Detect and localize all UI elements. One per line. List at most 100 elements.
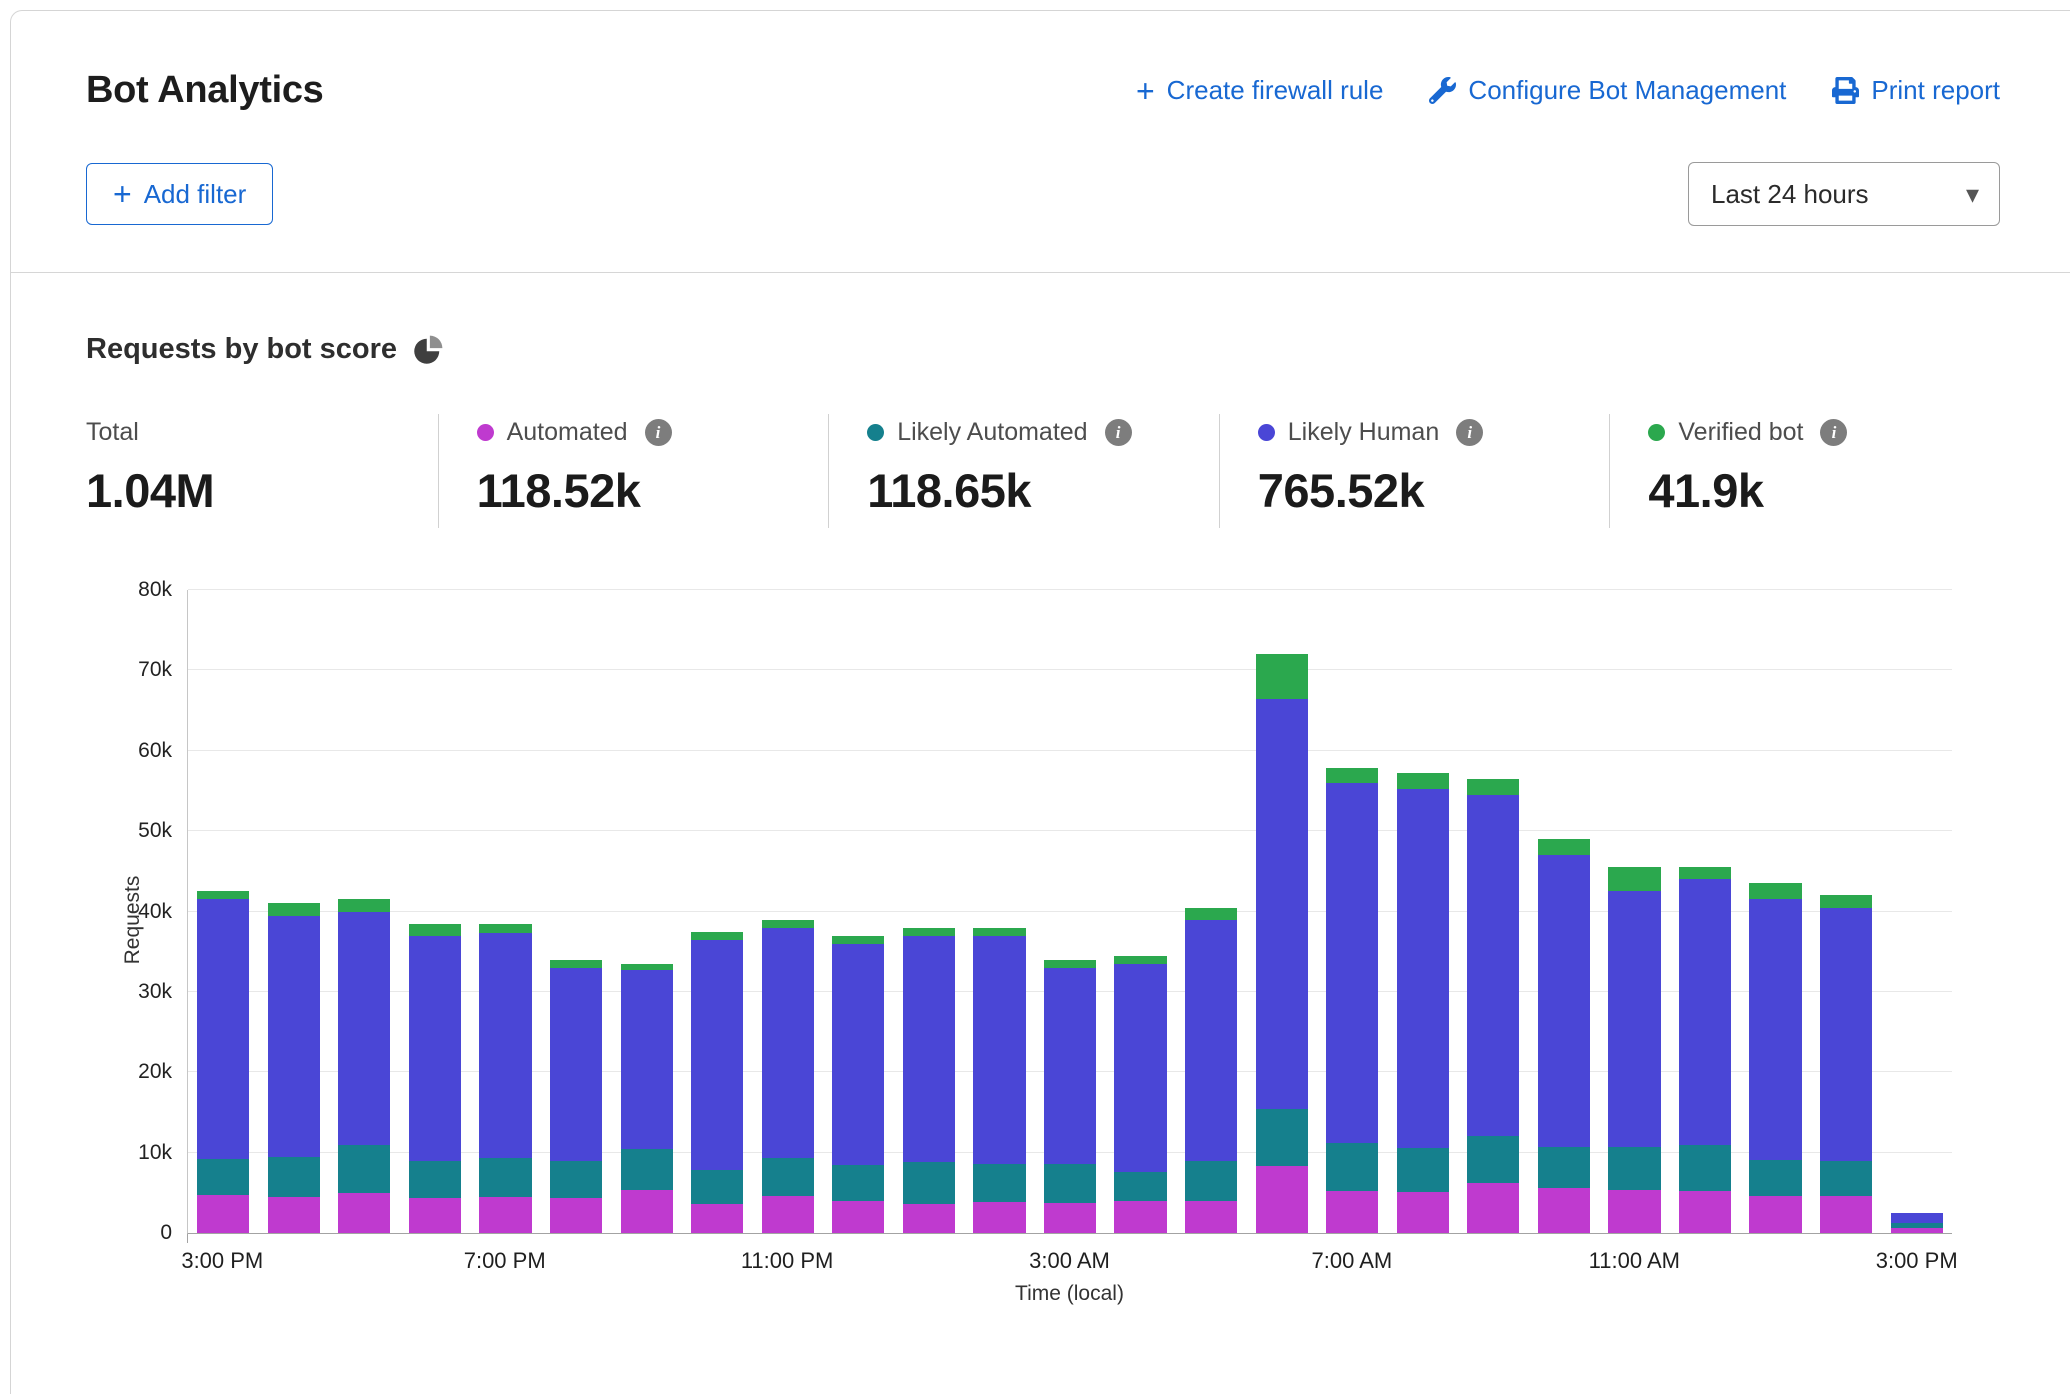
segment-automated (1891, 1228, 1943, 1233)
segment-likely-automated (1820, 1161, 1872, 1196)
stacked-bar-11-00-pm[interactable] (762, 590, 814, 1233)
x-tick-label: 3:00 AM (1029, 1248, 1110, 1274)
stacked-bar-9-00-am[interactable] (1467, 590, 1519, 1233)
segment-automated (1538, 1188, 1590, 1233)
stacked-bar-11-00-am[interactable] (1608, 590, 1660, 1233)
stacked-bar-1-00-pm[interactable] (1749, 590, 1801, 1233)
stacked-bar-12-00-pm[interactable] (1679, 590, 1731, 1233)
segment-automated (1749, 1196, 1801, 1233)
stat-label: Likely Automated (897, 418, 1087, 447)
segment-automated (973, 1202, 1025, 1233)
segment-likely-human (973, 936, 1025, 1164)
action-label: Configure Bot Management (1468, 75, 1786, 106)
segment-verified-bot (903, 928, 955, 936)
info-icon[interactable]: i (1820, 419, 1847, 446)
stacked-bar-7-00-am[interactable] (1326, 590, 1378, 1233)
y-tick-label: 70k (138, 658, 172, 682)
x-tick-label: 3:00 PM (181, 1248, 263, 1274)
segment-likely-automated (479, 1158, 531, 1197)
segment-likely-automated (1397, 1148, 1449, 1192)
segment-verified-bot (268, 903, 320, 915)
segment-likely-human (1820, 908, 1872, 1161)
create-firewall-rule-link[interactable]: + Create firewall rule (1136, 75, 1383, 106)
x-tick-label: 11:00 AM (1589, 1248, 1680, 1274)
configure-bot-management-link[interactable]: Configure Bot Management (1429, 75, 1786, 106)
segment-verified-bot (479, 924, 531, 934)
segment-verified-bot (1397, 773, 1449, 788)
segment-automated (1114, 1201, 1166, 1233)
stacked-bar-5-00-pm[interactable] (338, 590, 390, 1233)
stacked-bar-10-00-am[interactable] (1538, 590, 1590, 1233)
stacked-bar-8-00-am[interactable] (1397, 590, 1449, 1233)
stacked-bar-3-00-pm[interactable] (197, 590, 249, 1233)
print-report-link[interactable]: Print report (1832, 75, 2000, 106)
stacked-bar-2-00-am[interactable] (973, 590, 1025, 1233)
segment-likely-human (197, 899, 249, 1159)
segment-likely-human (691, 940, 743, 1170)
segment-automated (691, 1204, 743, 1233)
pie-chart-icon (413, 335, 443, 365)
stat-label: Verified bot (1678, 418, 1803, 447)
segment-verified-bot (1185, 908, 1237, 920)
stacked-bar-7-00-pm[interactable] (479, 590, 531, 1233)
stacked-bar-6-00-am[interactable] (1256, 590, 1308, 1233)
segment-likely-automated (197, 1159, 249, 1195)
stacked-bar-12-00-am[interactable] (832, 590, 884, 1233)
segment-automated (1326, 1191, 1378, 1233)
x-tick-label: 3:00 PM (1876, 1248, 1958, 1274)
segment-automated (903, 1204, 955, 1233)
bar-slot (1881, 590, 1952, 1233)
bar-slot (1176, 590, 1247, 1233)
bot-analytics-card: Bot Analytics + Create firewall rule Con… (10, 10, 2070, 1394)
stat-value: 1.04M (86, 463, 418, 518)
stat-automated: Automated i 118.52k (438, 414, 829, 528)
add-filter-label: Add filter (144, 179, 247, 210)
filter-row: + Add filter Last 24 hours ▾ (86, 162, 2000, 226)
stacked-bar-9-00-pm[interactable] (621, 590, 673, 1233)
segment-likely-human (550, 968, 602, 1161)
section-title-row: Requests by bot score (86, 333, 2000, 366)
y-tick-label: 40k (138, 900, 172, 924)
info-icon[interactable]: i (645, 419, 672, 446)
stacked-bar-8-00-pm[interactable] (550, 590, 602, 1233)
requests-by-bot-score-section: Requests by bot score Total 1.04M Automa… (11, 273, 2070, 1306)
action-label: Create firewall rule (1167, 75, 1384, 106)
bar-slot (1670, 590, 1741, 1233)
stacked-bar-3-00-pm[interactable] (1891, 590, 1943, 1233)
y-tick-label: 0 (160, 1221, 172, 1245)
segment-automated (550, 1198, 602, 1233)
stacked-bar-5-00-am[interactable] (1185, 590, 1237, 1233)
segment-likely-automated (1326, 1143, 1378, 1191)
bar-slot (752, 590, 823, 1233)
info-icon[interactable]: i (1105, 419, 1132, 446)
y-tick-label: 20k (138, 1060, 172, 1084)
stacked-bar-6-00-pm[interactable] (409, 590, 461, 1233)
stacked-bar-10-00-pm[interactable] (691, 590, 743, 1233)
stat-likely-human: Likely Human i 765.52k (1219, 414, 1610, 528)
segment-likely-human (409, 936, 461, 1161)
stacked-bar-1-00-am[interactable] (903, 590, 955, 1233)
add-filter-button[interactable]: + Add filter (86, 163, 273, 225)
stacked-bar-4-00-pm[interactable] (268, 590, 320, 1233)
time-range-select[interactable]: Last 24 hours ▾ (1688, 162, 2000, 226)
x-axis-label: Time (local) (187, 1280, 1952, 1306)
bar-slot (682, 590, 753, 1233)
segment-verified-bot (1679, 867, 1731, 880)
bar-slot (259, 590, 330, 1233)
segment-verified-bot (1114, 956, 1166, 964)
segment-likely-human (1397, 789, 1449, 1148)
header-actions: + Create firewall rule Configure Bot Man… (1136, 75, 2000, 106)
bar-slot (964, 590, 1035, 1233)
stacked-bar-2-00-pm[interactable] (1820, 590, 1872, 1233)
stacked-bar-3-00-am[interactable] (1044, 590, 1096, 1233)
segment-automated (197, 1195, 249, 1233)
info-icon[interactable]: i (1456, 419, 1483, 446)
segment-likely-human (762, 928, 814, 1159)
segment-verified-bot (550, 960, 602, 968)
segment-automated (1820, 1196, 1872, 1233)
x-tick-label: 11:00 PM (741, 1248, 834, 1274)
segment-likely-human (338, 912, 390, 1145)
stacked-bar-4-00-am[interactable] (1114, 590, 1166, 1233)
segment-automated (1467, 1183, 1519, 1233)
plus-icon: + (1136, 78, 1155, 104)
